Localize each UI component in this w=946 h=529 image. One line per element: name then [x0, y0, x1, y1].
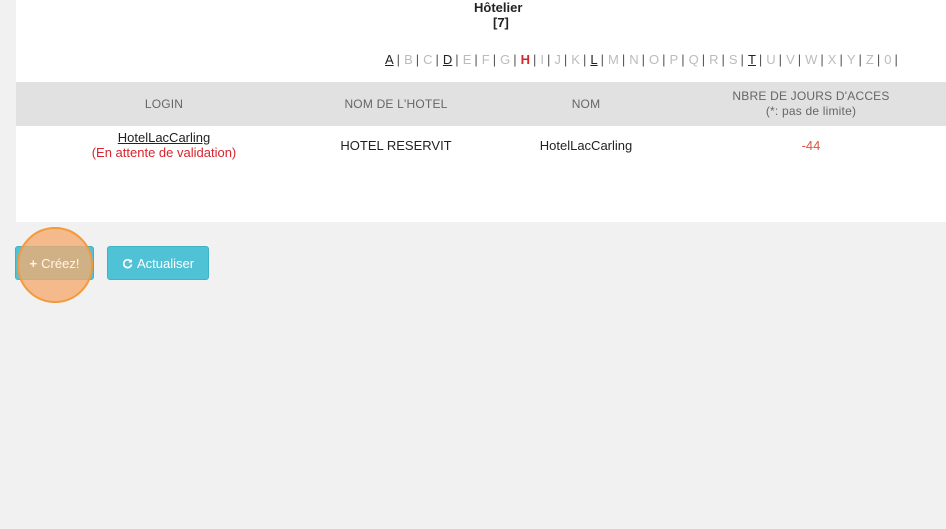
column-header-login[interactable]: LOGIN — [54, 82, 274, 126]
alphabet-filter: A | B | C | D | E | F | G | H | I | J | K | L | M | N | O | P | Q | R | S | T |… — [384, 52, 901, 68]
alphabet-separator: | — [563, 52, 568, 67]
column-header-login-label: LOGIN — [144, 96, 184, 111]
name-value: HotelLacCarling — [539, 137, 633, 153]
alphabet-separator: | — [600, 52, 604, 67]
alphabet-separator: | — [797, 52, 802, 67]
create-button-label: Créez! — [41, 255, 80, 271]
cell-hotel-name: HOTEL RESERVIT — [286, 126, 506, 164]
column-header-hotel-name[interactable]: NOM DE L'HOTEL — [286, 82, 506, 126]
alphabet-letter-e: E — [462, 52, 472, 67]
alphabet-letter-m: M — [607, 52, 619, 67]
alphabet-letter-o: O — [649, 52, 660, 67]
alphabet-letter-l[interactable]: L — [589, 52, 598, 68]
column-header-access-days[interactable]: NBRE DE JOURS D'ACCES (*: pas de limite) — [696, 82, 926, 126]
alphabet-letter-z: Z — [865, 52, 874, 67]
alphabet-letter-k: K — [571, 52, 580, 67]
alphabet-letter-x: X — [827, 52, 837, 67]
alphabet-letter-v: V — [786, 52, 795, 67]
cell-login: HotelLacCarling (En attente de validatio… — [54, 126, 274, 164]
alphabet-letter-t[interactable]: T — [747, 52, 757, 68]
create-button[interactable]: + Créez! — [15, 246, 94, 280]
status-badge: (En attente de validation) — [91, 145, 237, 160]
alphabet-separator: | — [681, 52, 685, 67]
alphabet-separator: | — [858, 52, 862, 67]
alphabet-separator: | — [820, 52, 824, 67]
alphabet-letter-f: F — [481, 52, 490, 67]
alphabet-letter-a[interactable]: A — [384, 52, 395, 68]
alphabet-letter-u: U — [766, 52, 776, 67]
column-header-name[interactable]: NOM — [476, 82, 696, 126]
alphabet-separator: | — [894, 52, 898, 67]
alphabet-letter-h[interactable]: H — [520, 52, 531, 68]
alphabet-letter-c: C — [423, 52, 433, 67]
alphabet-letter-0: 0 — [884, 52, 892, 67]
alphabet-separator: | — [582, 52, 587, 67]
alphabet-letter-s: S — [728, 52, 738, 67]
alphabet-separator: | — [839, 52, 843, 67]
alphabet-separator: | — [435, 52, 439, 67]
access-days-value: -44 — [801, 137, 821, 153]
table-row: HotelLacCarling (En attente de validatio… — [16, 126, 946, 166]
alphabet-separator: | — [455, 52, 459, 67]
alphabet-separator: | — [513, 52, 517, 67]
alphabet-letter-g: G — [500, 52, 511, 67]
main-panel: Hôtelier [7] A | B | C | D | E | F | G | H | I | J | K | L | M | N… — [16, 0, 946, 222]
alphabet-separator: | — [641, 52, 645, 67]
hotel-name-value: HOTEL RESERVIT — [340, 137, 452, 153]
alphabet-separator: | — [778, 52, 783, 67]
alphabet-separator: | — [740, 52, 744, 67]
alphabet-separator: | — [474, 52, 478, 67]
alphabet-separator: | — [533, 52, 537, 67]
record-count: [7] — [493, 15, 509, 30]
alphabet-letter-d[interactable]: D — [442, 52, 453, 68]
alphabet-separator: | — [701, 52, 706, 67]
alphabet-letter-b: B — [404, 52, 413, 67]
plus-icon: + — [29, 255, 38, 271]
alphabet-letter-q: Q — [688, 52, 699, 67]
page-title: Hôtelier — [474, 0, 523, 15]
column-header-hotel-name-label: NOM DE L'HOTEL — [344, 96, 448, 111]
column-header-access-days-note: (*: pas de limite) — [765, 104, 857, 118]
alphabet-letter-j: J — [554, 52, 561, 67]
login-link[interactable]: HotelLacCarling — [118, 130, 211, 145]
alphabet-separator: | — [621, 52, 626, 67]
alphabet-separator: | — [492, 52, 497, 67]
alphabet-separator: | — [547, 52, 551, 67]
alphabet-separator: | — [415, 52, 420, 67]
refresh-button-label: Actualiser — [136, 255, 195, 271]
column-header-access-days-label: NBRE DE JOURS D'ACCES — [732, 89, 890, 103]
alphabet-separator: | — [876, 52, 881, 67]
refresh-icon — [122, 258, 133, 269]
alphabet-letter-n: N — [629, 52, 639, 67]
alphabet-separator: | — [758, 52, 763, 67]
column-header-name-label: NOM — [571, 96, 601, 111]
cell-name: HotelLacCarling — [476, 126, 696, 164]
alphabet-letter-y: Y — [846, 52, 856, 67]
alphabet-letter-p: P — [669, 52, 679, 67]
refresh-button[interactable]: Actualiser — [107, 246, 209, 280]
alphabet-letter-w: W — [805, 52, 818, 67]
alphabet-letter-r: R — [709, 52, 719, 67]
table-header: LOGIN NOM DE L'HOTEL NOM NBRE DE JOURS D… — [16, 82, 946, 126]
alphabet-separator: | — [721, 52, 725, 67]
cell-access-days: -44 — [696, 126, 926, 164]
alphabet-separator: | — [662, 52, 666, 67]
alphabet-separator: | — [396, 52, 401, 67]
